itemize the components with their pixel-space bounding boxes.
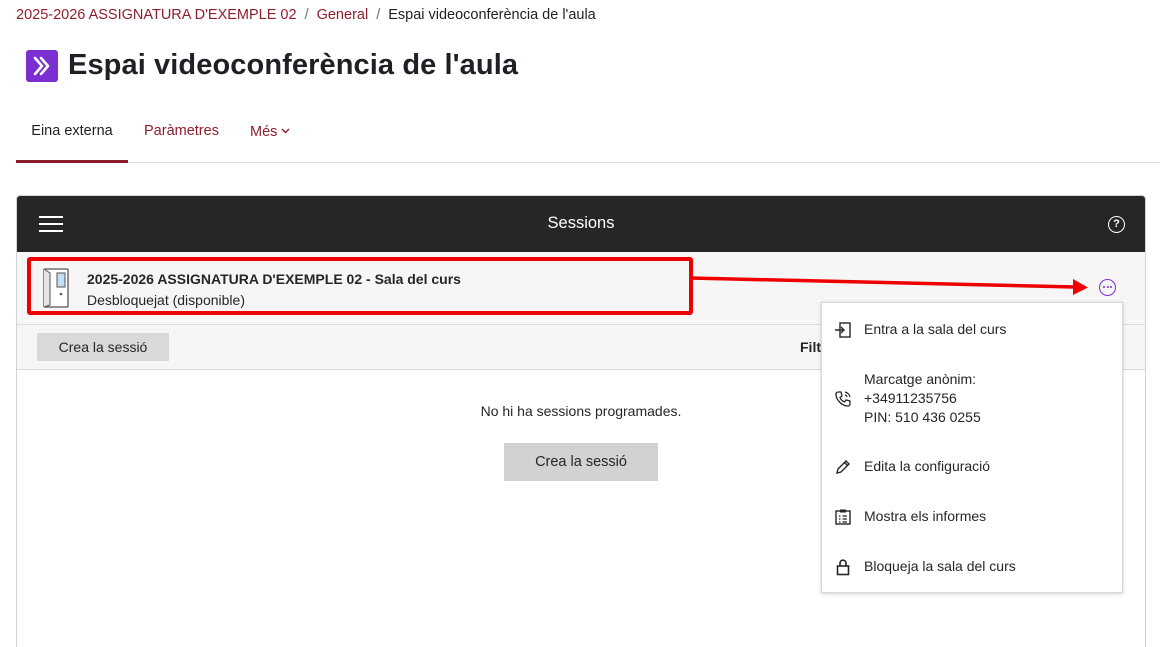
menu-item-join-room[interactable]: Entra a la sala del curs <box>822 320 1122 339</box>
lock-icon <box>834 558 852 576</box>
breadcrumb-separator: / <box>376 7 381 23</box>
breadcrumb-course-link[interactable]: 2025-2026 ASSIGNATURA D'EXEMPLE 02 <box>16 7 297 23</box>
tab-more[interactable]: Més <box>250 110 290 163</box>
breadcrumb-separator: / <box>304 7 309 23</box>
enter-icon <box>834 321 852 339</box>
panel-title: Sessions <box>547 214 615 232</box>
dial-info-title: Marcatge anònim: <box>864 371 977 387</box>
panel-header: Sessions ? <box>17 196 1145 252</box>
report-icon <box>834 508 852 526</box>
create-session-main-button[interactable]: Crea la sessió <box>504 443 658 481</box>
phone-icon <box>834 390 852 408</box>
menu-item-label: Entra a la sala del curs <box>864 321 1007 337</box>
dial-info: Marcatge anònim: +34911235756 PIN: 510 4… <box>864 370 981 427</box>
menu-item-lock-room[interactable]: Bloqueja la sala del curs <box>822 557 1122 576</box>
page-header: Espai videoconferència de l'aula <box>26 49 518 82</box>
room-name: 2025-2026 ASSIGNATURA D'EXEMPLE 02 - Sal… <box>87 271 461 287</box>
help-icon[interactable]: ? <box>1108 216 1125 233</box>
dial-info-phone: +34911235756 <box>864 390 957 406</box>
filter-label[interactable]: Filt <box>800 339 821 355</box>
menu-item-show-reports[interactable]: Mostra els informes <box>822 507 1122 526</box>
room-options-menu: Entra a la sala del curs Marcatge anònim… <box>821 302 1123 593</box>
tab-settings[interactable]: Paràmetres <box>144 110 219 163</box>
breadcrumb-section-link[interactable]: General <box>317 7 369 23</box>
secondary-navigation: Eina externa Paràmetres Més <box>16 110 1160 163</box>
menu-item-label: Edita la configuració <box>864 458 991 474</box>
tab-external-tool[interactable]: Eina externa <box>16 110 128 163</box>
breadcrumb-current: Espai videoconferència de l'aula <box>388 7 596 23</box>
tab-more-label: Més <box>250 124 278 140</box>
room-status: Desbloquejat (disponible) <box>87 292 245 308</box>
dial-info-pin: PIN: 510 436 0255 <box>864 409 981 425</box>
door-icon <box>41 267 71 309</box>
breadcrumb: 2025-2026 ASSIGNATURA D'EXEMPLE 02 / Gen… <box>16 7 596 23</box>
create-session-button[interactable]: Crea la sessió <box>37 333 169 361</box>
menu-item-label: Bloqueja la sala del curs <box>864 558 1016 574</box>
pencil-icon <box>834 458 852 476</box>
menu-item-anonymous-dial[interactable]: Marcatge anònim: +34911235756 PIN: 510 4… <box>822 370 1122 427</box>
menu-item-edit-settings[interactable]: Edita la configuració <box>822 457 1122 476</box>
page-title: Espai videoconferència de l'aula <box>68 49 519 81</box>
page: 2025-2026 ASSIGNATURA D'EXEMPLE 02 / Gen… <box>0 0 1160 647</box>
menu-item-label: Mostra els informes <box>864 508 987 524</box>
more-options-icon[interactable] <box>1099 279 1116 296</box>
chevron-down-icon <box>281 110 290 153</box>
external-tool-icon <box>26 49 58 82</box>
